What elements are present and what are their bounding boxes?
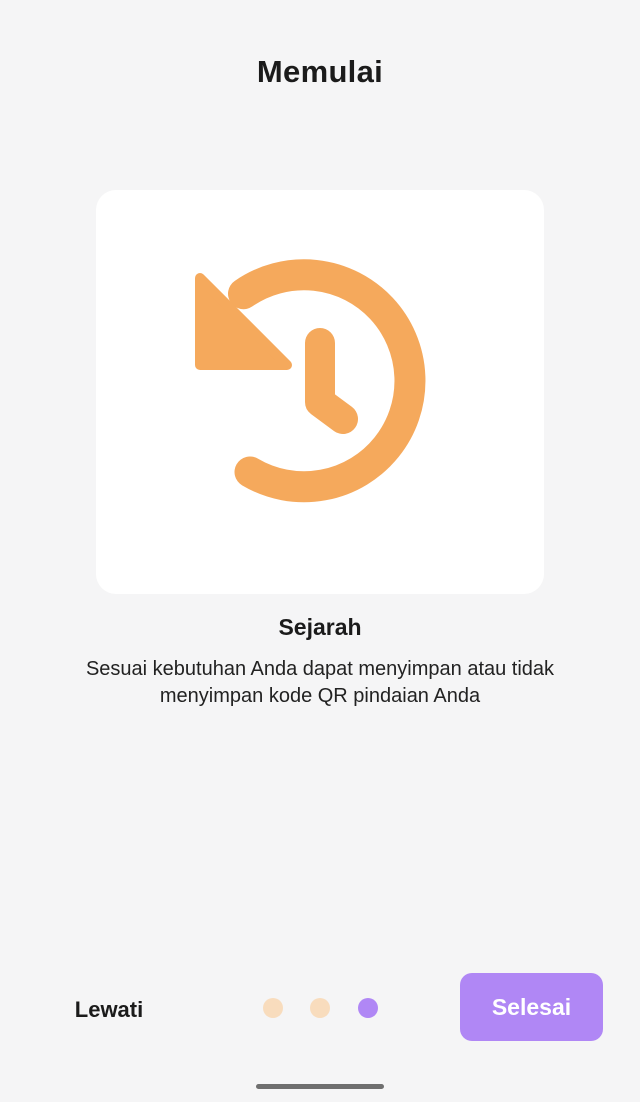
clock-hands bbox=[305, 328, 358, 434]
feature-title: Sejarah bbox=[278, 614, 362, 640]
page-title: Memulai bbox=[256, 54, 384, 89]
page-dot-3[interactable] bbox=[358, 998, 378, 1018]
page-indicator bbox=[263, 998, 378, 1018]
illustration-card bbox=[96, 190, 544, 594]
history-icon bbox=[195, 259, 426, 503]
page-dot-1[interactable] bbox=[263, 998, 283, 1018]
finish-button[interactable]: Selesai bbox=[460, 973, 603, 1041]
feature-description: Sesuai kebutuhan Anda dapat menyimpan at… bbox=[85, 658, 555, 707]
skip-button[interactable]: Lewati bbox=[60, 990, 158, 1030]
home-indicator[interactable] bbox=[256, 1084, 384, 1089]
page-dot-2[interactable] bbox=[310, 998, 330, 1018]
